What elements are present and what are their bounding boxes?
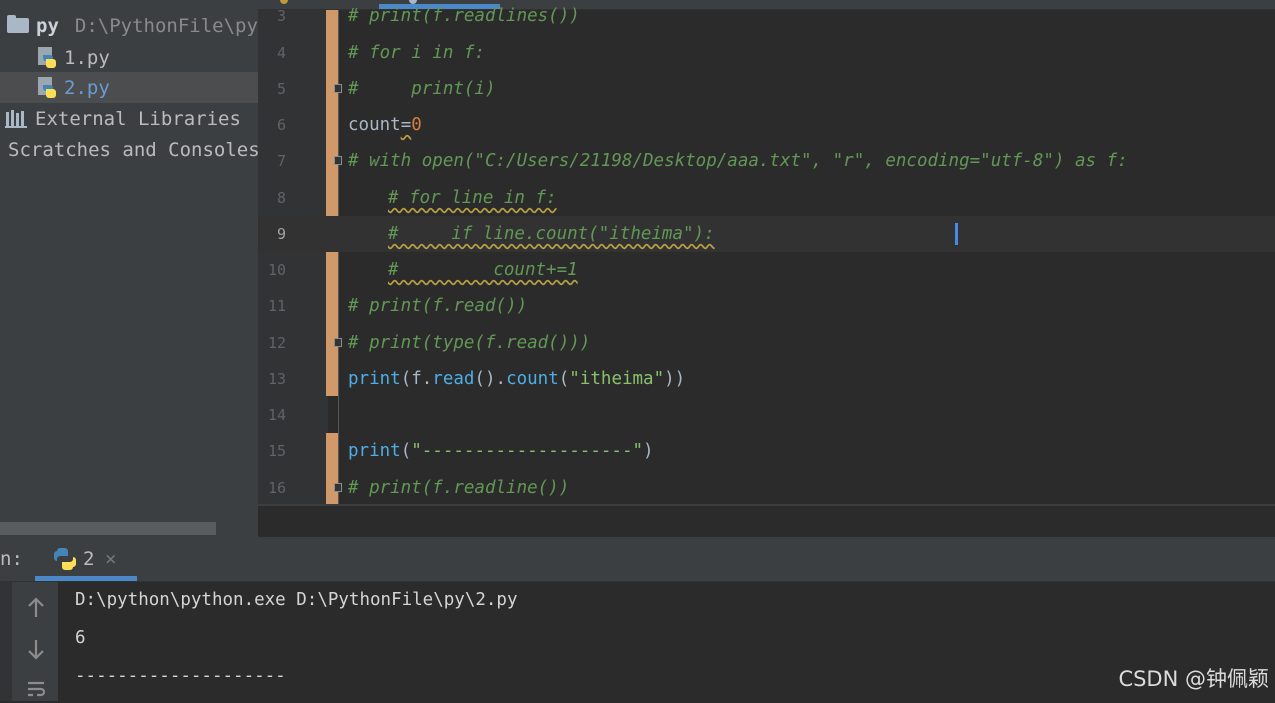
line-number: 7: [276, 152, 286, 170]
code-text: # print(i): [348, 79, 496, 99]
library-icon: [5, 109, 27, 128]
line-number: 8: [276, 189, 286, 207]
run-panel-header: n: 2 ×: [0, 537, 1275, 582]
line-number: 9: [276, 225, 286, 243]
tree-scratches-label: Scratches and Consoles: [8, 138, 258, 161]
code-method: read: [432, 369, 475, 389]
tree-external-libraries-label: External Libraries: [35, 107, 241, 130]
line-number: 10: [267, 261, 286, 279]
code-line: 11 # print(f.read()): [258, 288, 1275, 324]
python-file-icon: [38, 76, 56, 98]
code-text: # if line.count("itheima"):: [388, 224, 715, 244]
code-number: 0: [411, 115, 422, 135]
tree-external-libraries[interactable]: External Libraries: [0, 103, 258, 134]
fold-icon[interactable]: [334, 84, 342, 93]
line-number: 12: [267, 334, 286, 352]
code-punct: (: [558, 369, 570, 389]
arrow-up-icon[interactable]: [26, 596, 46, 620]
code-text: # for line in f:: [388, 188, 557, 208]
code-line: 7 # with open("C:/Users/21198/Desktop/aa…: [258, 143, 1275, 179]
code-line: 16 # print(f.readline()): [258, 470, 1275, 504]
line-number: 16: [267, 479, 286, 497]
line-number: 3: [276, 7, 286, 25]
console-line: --------------------: [75, 666, 286, 686]
code-text: count=0: [348, 107, 422, 143]
tree-file-label: 2.py: [64, 76, 110, 99]
editor-bottom-area: [258, 504, 1275, 539]
code-editor[interactable]: 3 # print(f.readlines()) 4 # for i in f:…: [258, 0, 1275, 504]
project-panel: py D:\PythonFile\py 1.py 2.py External L…: [0, 0, 258, 537]
tree-scratches[interactable]: Scratches and Consoles: [0, 134, 258, 165]
tree-file-2py[interactable]: 2.py: [0, 72, 258, 103]
python-icon: [54, 548, 76, 570]
run-toolbar: [12, 582, 58, 701]
project-horizontal-scrollbar[interactable]: [0, 522, 216, 535]
run-tab-2[interactable]: 2 ×: [35, 537, 137, 581]
code-line: 3 # print(f.readlines()): [258, 0, 1275, 34]
code-method: count: [506, 369, 559, 389]
code-line: 10 # count+=1: [258, 252, 1275, 288]
soft-wrap-icon[interactable]: [26, 679, 46, 703]
code-punct: (: [400, 441, 412, 461]
close-icon[interactable]: ×: [105, 537, 116, 581]
code-text: # with open("C:/Users/21198/Desktop/aaa.…: [348, 151, 1128, 171]
line-number: 4: [276, 44, 286, 62]
code-text: # print(type(f.read())): [348, 333, 591, 353]
tree-file-1py[interactable]: 1.py: [0, 42, 258, 73]
code-line: 15 print("--------------------"): [258, 433, 1275, 469]
fold-icon[interactable]: [334, 338, 342, 347]
code-text: # print(f.read()): [348, 296, 528, 316]
folder-icon: [7, 15, 29, 33]
run-tab-label: 2: [83, 548, 95, 570]
run-console-output[interactable]: D:\python\python.exe D:\PythonFile\py\2.…: [58, 582, 1275, 701]
active-run-tab-indicator: [35, 576, 137, 581]
run-panel-label: n:: [0, 548, 23, 570]
code-line: 6 count=0: [258, 107, 1275, 143]
code-punct: ().: [474, 369, 507, 389]
line-number: 6: [276, 116, 286, 134]
tree-root-name: py: [36, 14, 59, 37]
code-line: 4 # for i in f:: [258, 35, 1275, 71]
code-line: 12 # print(type(f.read())): [258, 325, 1275, 361]
line-number: 14: [267, 406, 286, 424]
code-text: # print(f.readlines()): [348, 6, 580, 26]
line-number: 11: [267, 297, 286, 315]
line-number: 13: [267, 370, 286, 388]
code-text: # print(f.readline()): [348, 478, 570, 498]
csdn-watermark: CSDN @钟佩颖: [1118, 667, 1269, 691]
code-text: # count+=1: [388, 260, 578, 280]
tree-file-label: 1.py: [64, 46, 110, 69]
tree-root-path: D:\PythonFile\py: [74, 14, 258, 37]
arrow-down-icon[interactable]: [26, 637, 46, 661]
code-line: 13 print(f.read().count("itheima")): [258, 361, 1275, 397]
line-number: 5: [276, 80, 286, 98]
code-line: 5 # print(i): [258, 71, 1275, 107]
code-string: "--------------------": [411, 441, 644, 461]
code-line-current: 9 # if line.count("itheima"):: [258, 216, 1275, 252]
code-punct: )): [664, 369, 686, 389]
code-punct: (f.: [400, 369, 433, 389]
code-text: # for i in f:: [348, 43, 485, 63]
console-line: D:\python\python.exe D:\PythonFile\py\2.…: [75, 590, 518, 610]
code-line: 14: [258, 397, 1275, 433]
code-line: 8 # for line in f:: [258, 180, 1275, 216]
code-string: "itheima": [569, 369, 665, 389]
text-caret: [955, 223, 958, 245]
code-punct: ): [643, 441, 654, 461]
fold-icon[interactable]: [334, 483, 342, 492]
code-text: print(f.read().count("itheima")): [348, 361, 685, 397]
code-text: print("--------------------"): [348, 433, 654, 469]
code-operator: =: [400, 115, 412, 135]
fold-icon[interactable]: [334, 156, 342, 165]
code-builtin: print: [348, 369, 401, 389]
console-line: 6: [75, 628, 86, 648]
tree-root-py[interactable]: py D:\PythonFile\py: [0, 10, 258, 41]
python-file-icon: [38, 46, 56, 68]
line-number: 15: [267, 442, 286, 460]
code-builtin: print: [348, 441, 401, 461]
code-identifier: count: [348, 115, 401, 135]
run-panel-edge: [0, 582, 12, 701]
